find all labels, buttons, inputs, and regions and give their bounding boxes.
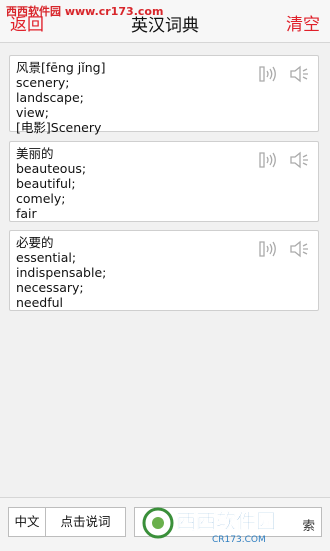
speaker-icon[interactable]: [288, 237, 312, 261]
entry-card: 风景[fēng jǐng] scenery; landscape; view; …: [9, 55, 319, 135]
entry-definition: landscape;: [16, 90, 84, 105]
entry-definition: fair: [16, 206, 37, 221]
entry-definition: beautiful;: [16, 176, 76, 191]
speaker-icon[interactable]: [288, 148, 312, 172]
voice-input-button[interactable]: 点击说词: [46, 507, 126, 537]
entry-definition: comely;: [16, 191, 66, 206]
entry-definition: [电影]Scenery: [16, 120, 102, 135]
entry-card: 必要的 essential; indispensable; necessary;…: [9, 230, 319, 311]
entry-definition: view;: [16, 105, 49, 120]
voice-recognition-icon[interactable]: [254, 62, 278, 86]
entry-definition: needful: [16, 295, 64, 310]
watermark-text: 西西软件园 www.cr173.com: [6, 5, 164, 18]
site-logo-watermark: 西西软件园 CR173.COM: [142, 507, 276, 545]
entry-definition: necessary;: [16, 280, 84, 295]
entry-card: 美丽的 beauteous; beautiful; comely; fair: [9, 141, 319, 222]
entry-definition: indispensable;: [16, 265, 107, 280]
clear-button[interactable]: 清空: [286, 10, 320, 35]
speaker-icon[interactable]: [288, 62, 312, 86]
logo-subtext: CR173.COM: [212, 535, 266, 545]
voice-recognition-icon[interactable]: [254, 237, 278, 261]
logo-text: 西西软件园: [176, 509, 276, 533]
voice-recognition-icon[interactable]: [254, 148, 278, 172]
language-toggle-button[interactable]: 中文: [8, 507, 46, 537]
